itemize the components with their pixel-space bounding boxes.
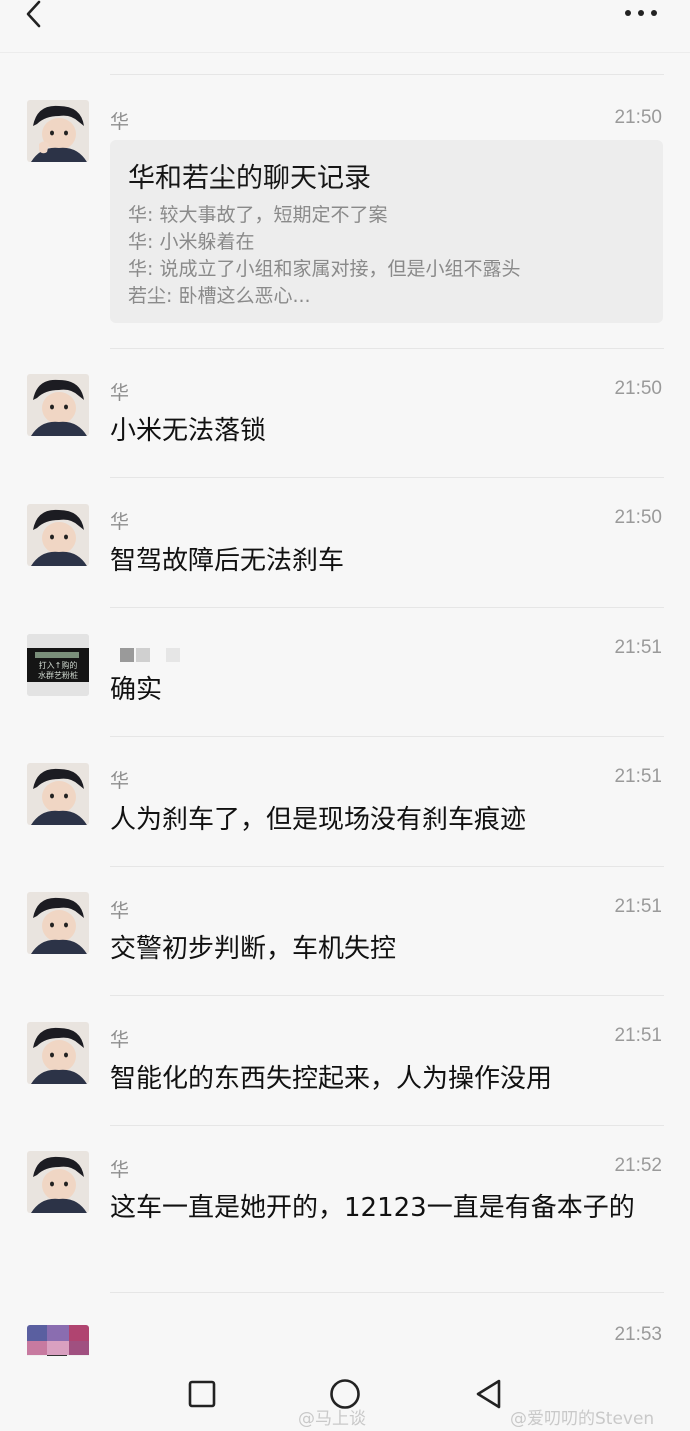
boy-avatar-icon	[27, 1151, 89, 1213]
message-time: 21:50	[614, 378, 662, 399]
system-nav-bar: @马上谈 @爱叨叨的Steven	[0, 1356, 690, 1431]
message-time: 21:50	[614, 107, 662, 128]
boy-avatar-icon	[27, 892, 89, 954]
back-nav-icon[interactable]	[474, 1378, 504, 1410]
divider	[110, 1125, 664, 1126]
avatar[interactable]	[27, 892, 89, 954]
sender-name: 华	[110, 382, 130, 404]
boy-avatar-icon	[27, 374, 89, 436]
message-text: 交警初步判断，车机失控	[110, 934, 397, 964]
message-time: 21:51	[614, 1025, 662, 1046]
card-title: 华和若尘的聊天记录	[128, 163, 371, 194]
message-text: 人为刹车了，但是现场没有刹车痕迹	[110, 805, 527, 835]
message-text: 确实	[110, 675, 163, 705]
divider	[110, 736, 664, 737]
card-line: 华: 说成立了小组和家属对接，但是小组不露头	[128, 258, 521, 280]
message-text: 这车一直是她开的，12123一直是有备本子的	[110, 1193, 635, 1223]
sender-name: 华	[110, 900, 130, 922]
avatar-caption: 水群艺粉桩	[38, 670, 78, 680]
message-text: 智驾故障后无法刹车	[110, 546, 345, 576]
avatar[interactable]	[27, 1022, 89, 1084]
message-time: 21:51	[614, 766, 662, 787]
recent-apps-icon[interactable]	[188, 1380, 216, 1408]
avatar[interactable]: 打入↑购的 水群艺粉桩	[27, 634, 89, 696]
back-icon[interactable]	[22, 0, 46, 30]
message-time: 21:52	[614, 1155, 662, 1176]
chat-record-card[interactable]: 华和若尘的聊天记录 华: 较大事故了，短期定不了案 华: 小米躲着在 华: 说成…	[110, 140, 663, 323]
divider	[110, 866, 664, 867]
avatar-caption: 打入↑购的	[39, 660, 78, 670]
message-text: 小米无法落锁	[110, 416, 267, 446]
card-line: 华: 小米躲着在	[128, 231, 255, 253]
divider	[110, 995, 664, 996]
card-line: 华: 较大事故了，短期定不了案	[128, 204, 388, 226]
message-time: 21:51	[614, 637, 662, 658]
group-avatar-icon: 打入↑购的 水群艺粉桩	[27, 634, 89, 696]
sender-name: 华	[110, 770, 130, 792]
watermark: @马上谈	[298, 1409, 366, 1429]
message-time: 21:51	[614, 896, 662, 917]
message-text: 智能化的东西失控起来，人为操作没用	[110, 1064, 553, 1094]
more-icon[interactable]	[622, 2, 662, 22]
boy-avatar-icon	[27, 763, 89, 825]
top-bar	[0, 0, 690, 53]
divider	[110, 607, 664, 608]
divider	[110, 74, 664, 75]
avatar[interactable]	[27, 1151, 89, 1213]
redacted-name	[120, 648, 180, 662]
divider	[110, 348, 664, 349]
watermark: @爱叨叨的Steven	[510, 1409, 655, 1429]
avatar[interactable]	[27, 374, 89, 436]
avatar[interactable]	[27, 504, 89, 566]
boy-avatar-icon	[27, 504, 89, 566]
boy-avatar-icon	[27, 1022, 89, 1084]
avatar[interactable]	[27, 100, 89, 162]
avatar[interactable]	[27, 763, 89, 825]
sender-name: 华	[110, 511, 130, 533]
boy-avatar-icon	[27, 100, 89, 162]
message-time: 21:53	[614, 1324, 662, 1345]
message-time: 21:50	[614, 507, 662, 528]
divider	[110, 477, 664, 478]
sender-name: 华	[110, 1029, 130, 1051]
sender-name: 华	[110, 111, 130, 133]
sender-name: 华	[110, 1159, 130, 1181]
card-line: 若尘: 卧槽这么恶心...	[128, 285, 311, 307]
divider	[110, 1292, 664, 1293]
